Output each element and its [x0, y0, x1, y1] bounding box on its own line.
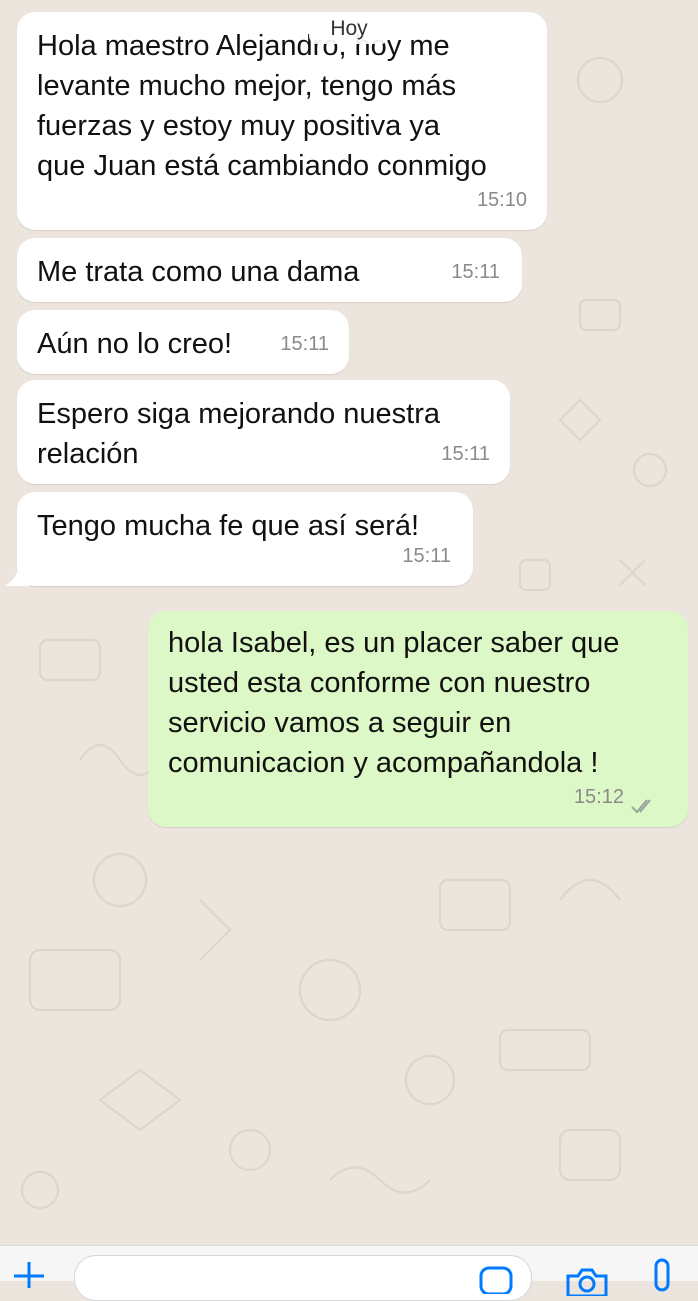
- camera-icon[interactable]: [564, 1262, 610, 1296]
- message-timestamp: 15:10: [476, 189, 527, 211]
- message-timestamp: 15:11: [441, 443, 490, 465]
- message-text: Me trata como una dama: [37, 256, 360, 288]
- sticker-icon[interactable]: [478, 1264, 514, 1294]
- message-text: Tengo mucha fe que así será!: [37, 510, 420, 542]
- message-timestamp: 15:11: [451, 261, 500, 283]
- message-bubble-incoming[interactable]: Espero siga mejorando nuestra relación 1…: [17, 380, 510, 484]
- message-bubble-incoming[interactable]: Aún no lo creo! 15:11: [17, 310, 349, 374]
- bubble-tail-incoming: [4, 560, 30, 586]
- date-chip: Hoy: [309, 14, 389, 44]
- message-timestamp: 15:12: [573, 786, 624, 808]
- message-text: hola Isabel, es un placer saber que uste…: [168, 627, 620, 779]
- message-timestamp: 15:11: [280, 333, 329, 355]
- message-bubble-outgoing[interactable]: hola Isabel, es un placer saber que uste…: [148, 611, 688, 827]
- message-text: Espero siga mejorando nuestra relación: [37, 398, 441, 470]
- message-bubble-incoming[interactable]: Tengo mucha fe que así será! 15:11: [17, 492, 473, 586]
- message-bubble-incoming[interactable]: Me trata como una dama 15:11: [17, 238, 522, 302]
- microphone-icon[interactable]: [648, 1258, 676, 1292]
- message-text: Hola maestro Alejandro, hoy me levante m…: [37, 30, 487, 182]
- chat-thread[interactable]: Hola maestro Alejandro, hoy me levante m…: [0, 0, 698, 1245]
- message-timestamp: 15:11: [402, 545, 451, 567]
- read-receipt-icon: [631, 799, 651, 814]
- plus-icon[interactable]: [10, 1260, 48, 1290]
- message-input[interactable]: [74, 1255, 532, 1301]
- message-bubble-incoming[interactable]: Hola maestro Alejandro, hoy me levante m…: [17, 12, 547, 230]
- composer-bar: [0, 1245, 698, 1301]
